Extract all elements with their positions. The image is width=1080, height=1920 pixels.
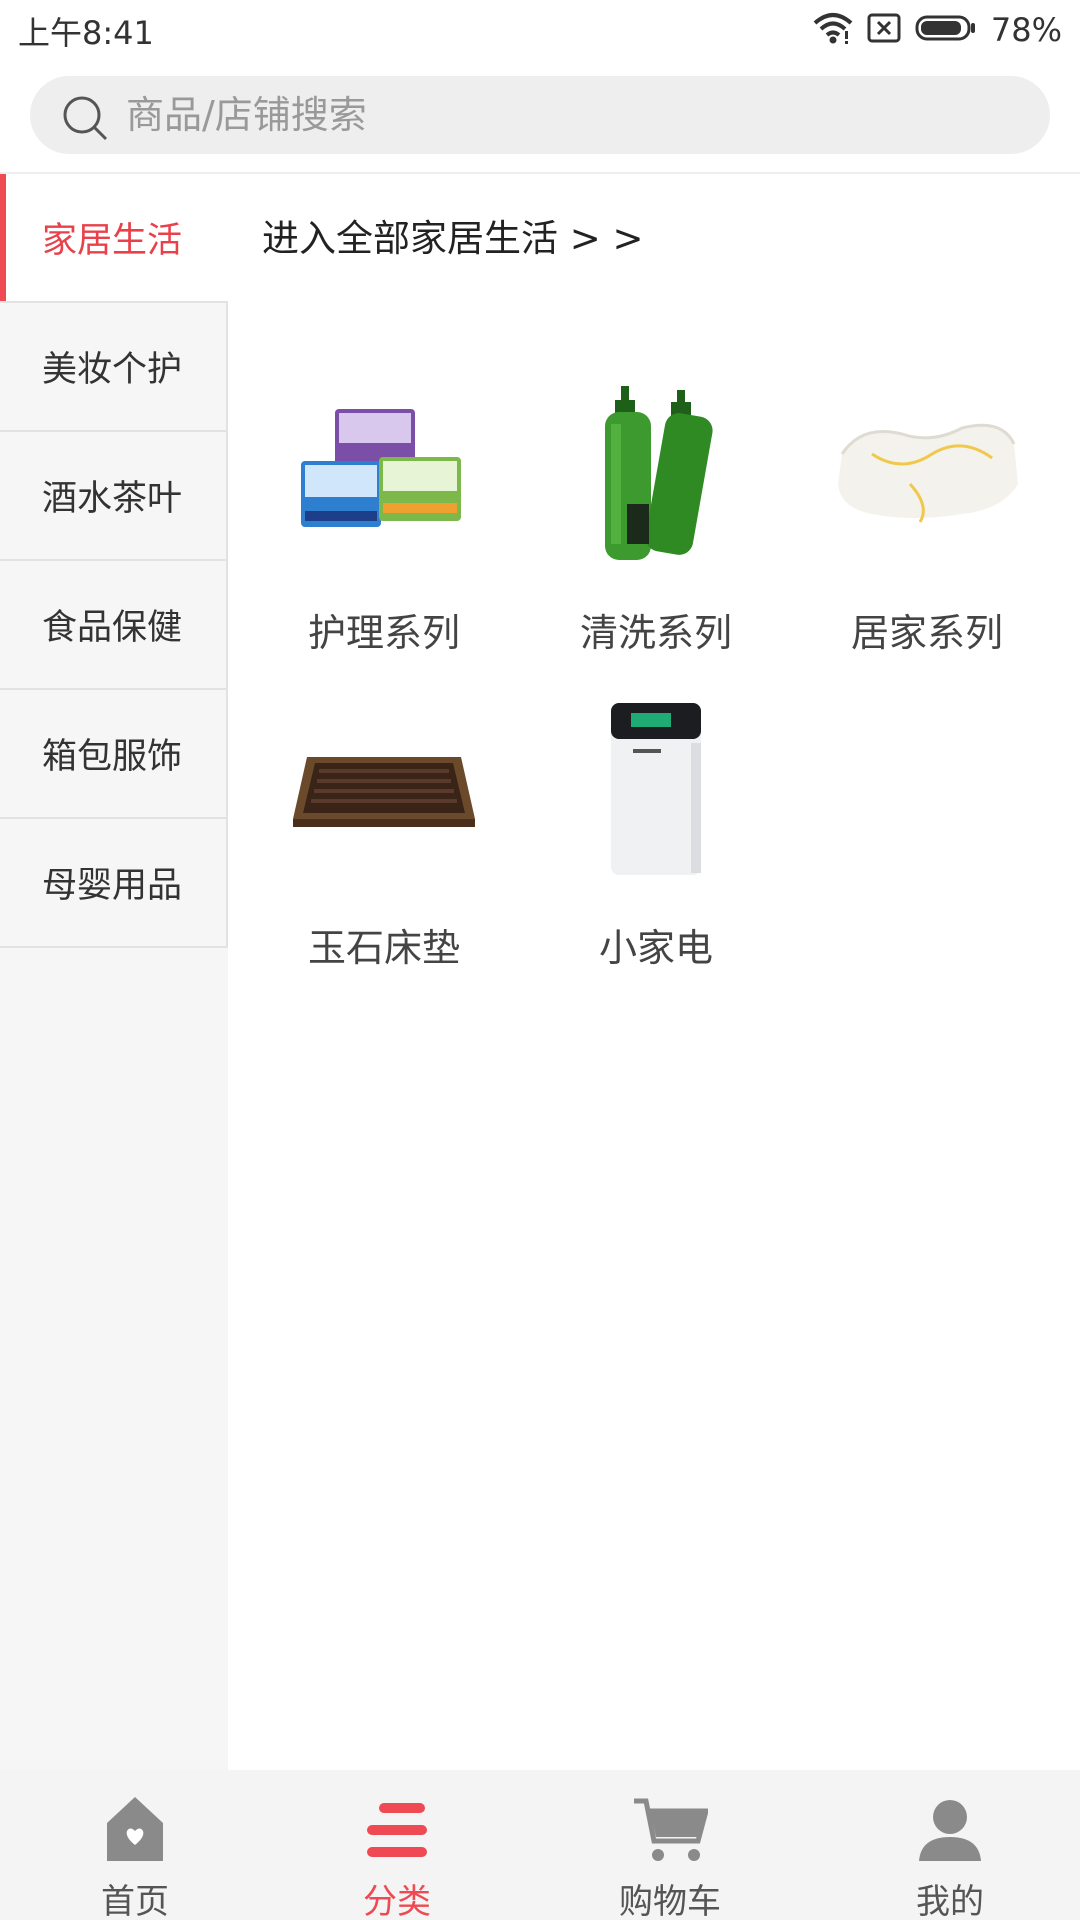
sidebar-item-baby[interactable]: 母婴用品: [0, 819, 228, 948]
category-tile-care[interactable]: 护理系列: [249, 374, 519, 657]
category-icon: [357, 1790, 437, 1870]
category-tile-cleaning[interactable]: 清洗系列: [521, 374, 791, 657]
sidebar-item-label: 家居生活: [42, 221, 183, 261]
wifi-icon: [813, 11, 853, 49]
tab-label: 首页: [101, 1882, 169, 1920]
pad-packages-image: [284, 374, 484, 574]
sidebar-item-label: 食品保健: [42, 608, 183, 648]
cart-icon: [630, 1790, 710, 1870]
status-icons: 78%: [813, 10, 1062, 50]
user-icon: [910, 1790, 990, 1870]
search-icon: [60, 93, 110, 143]
sidebar-item-label: 母婴用品: [42, 866, 183, 906]
enter-all-link[interactable]: 进入全部家居生活 > >: [262, 208, 644, 262]
home-icon: [95, 1790, 175, 1870]
battery-percent: 78%: [990, 11, 1062, 49]
category-tile-label: 小家电: [598, 926, 713, 970]
air-purifier-image: [556, 689, 756, 889]
sidebar-item-bags-apparel[interactable]: 箱包服饰: [0, 690, 228, 819]
sidebar-item-label: 箱包服饰: [42, 737, 183, 777]
search-bar[interactable]: [30, 76, 1050, 154]
sidebar-item-label: 酒水茶叶: [42, 479, 183, 519]
tab-home[interactable]: 首页: [0, 1770, 270, 1920]
jade-mattress-image: [284, 689, 484, 889]
tab-category[interactable]: 分类: [262, 1770, 532, 1920]
category-tile-label: 清洗系列: [579, 611, 732, 655]
tab-cart[interactable]: 购物车: [535, 1770, 805, 1920]
sidebar-item-food-health[interactable]: 食品保健: [0, 561, 228, 690]
category-tile-jade-mattress[interactable]: 玉石床垫: [249, 689, 519, 972]
category-content: 进入全部家居生活 > > 护理系列 清洗系列 居家系列 玉石床垫 小家电: [228, 174, 1080, 1770]
sidebar-item-label: 美妆个护: [42, 350, 183, 390]
tab-label: 分类: [363, 1882, 431, 1920]
sim-missing-icon: [867, 13, 901, 47]
category-sidebar: 家居生活 美妆个护 酒水茶叶 食品保健 箱包服饰 母婴用品: [0, 174, 228, 1770]
status-time: 上午8:41: [18, 14, 154, 52]
tab-label: 我的: [916, 1882, 984, 1920]
search-input[interactable]: [126, 76, 1006, 154]
sidebar-item-beauty[interactable]: 美妆个护: [0, 303, 228, 432]
sidebar-item-drinks-tea[interactable]: 酒水茶叶: [0, 432, 228, 561]
category-tile-home[interactable]: 居家系列: [792, 374, 1062, 657]
category-tile-appliance[interactable]: 小家电: [521, 689, 791, 972]
sidebar-item-home-living[interactable]: 家居生活: [0, 174, 228, 303]
shampoo-bottles-image: [556, 374, 756, 574]
tab-profile[interactable]: 我的: [815, 1770, 1080, 1920]
bottom-tabbar: 首页 分类 购物车 我的: [0, 1770, 1080, 1920]
category-tile-label: 玉石床垫: [307, 926, 460, 970]
latex-pillow-image: [827, 374, 1027, 574]
category-tile-label: 居家系列: [850, 611, 1003, 655]
tab-label: 购物车: [619, 1882, 721, 1920]
battery-icon: [915, 14, 977, 46]
status-bar: 上午8:41 78%: [0, 0, 1080, 60]
category-tile-label: 护理系列: [307, 611, 460, 655]
